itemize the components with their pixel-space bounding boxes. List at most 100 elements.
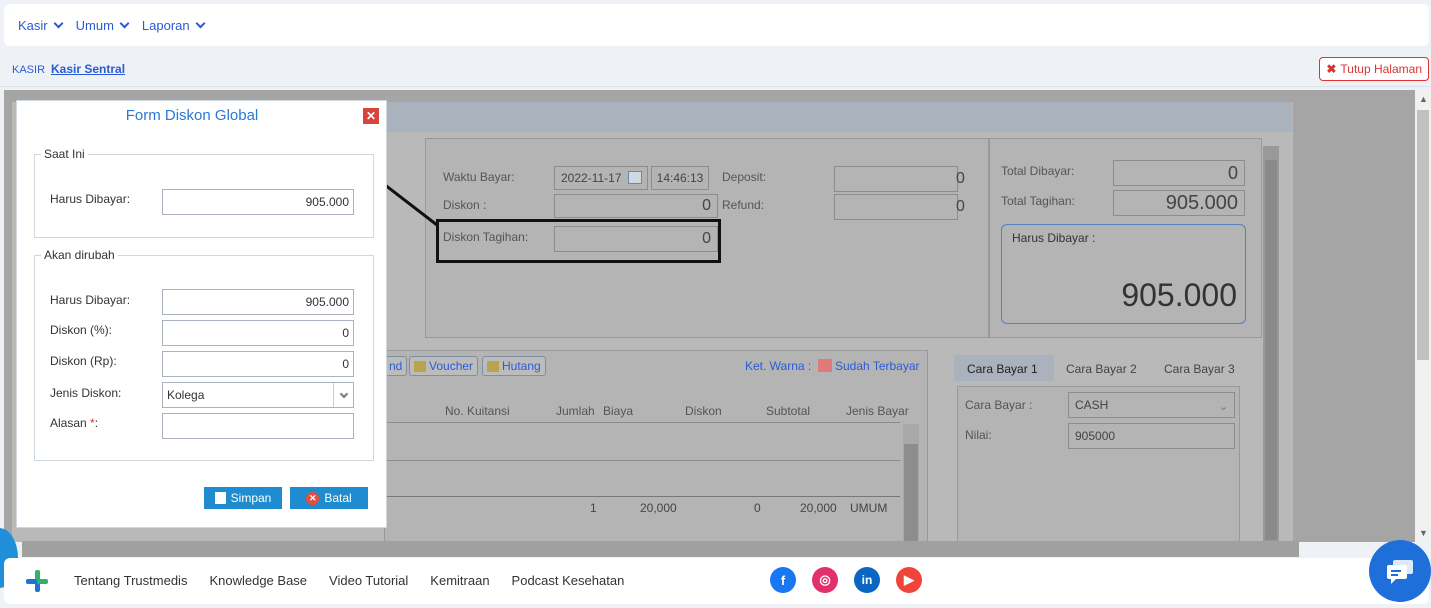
cara-bayar-tab-2[interactable]: Cara Bayar 2: [1066, 362, 1137, 376]
panel-header: [384, 102, 1292, 132]
harus-dibayar-label: Harus Dibayar :: [1012, 231, 1096, 245]
time-field[interactable]: 14:46:13: [651, 166, 709, 190]
panel-scrollbar[interactable]: [1263, 146, 1279, 542]
table-scrollbar[interactable]: [903, 424, 919, 542]
footer-link-knowledge-base[interactable]: Knowledge Base: [209, 573, 307, 588]
refund-value: 0: [956, 198, 965, 215]
diskon-rp-label: Diskon (Rp):: [50, 354, 117, 368]
nilai-field[interactable]: 905000: [1068, 423, 1235, 449]
footer-link-kemitraan[interactable]: Kemitraan: [430, 573, 489, 588]
table-row-divider: [384, 460, 900, 461]
deposit-input-box: [834, 166, 958, 192]
menu-umum-label: Umum: [75, 17, 114, 33]
page-scrollbar-thumb[interactable]: [1417, 110, 1429, 360]
panel-scrollbar-thumb[interactable]: [1265, 160, 1277, 540]
diskon-label: Diskon :: [443, 198, 487, 212]
harus-dibayar-box: Harus Dibayar : 905.000: [1001, 224, 1246, 324]
menu-laporan[interactable]: Laporan: [142, 18, 206, 33]
cara-bayar-tab-3[interactable]: Cara Bayar 3: [1164, 362, 1235, 376]
top-navigation: Kasir Umum Laporan: [4, 4, 1429, 46]
table-scrollbar-thumb[interactable]: [904, 444, 918, 542]
linkedin-icon[interactable]: in: [854, 567, 880, 593]
table-row[interactable]: 1 20,000 0 20,000 UMUM: [384, 500, 904, 520]
diskon-rp-value: 0: [342, 357, 349, 371]
diskon-rp-field[interactable]: 0: [162, 351, 354, 377]
col-no-kuitansi: No. Kuitansi: [445, 404, 510, 418]
col-diskon: Diskon: [685, 404, 722, 418]
save-icon: [214, 492, 226, 504]
batal-button[interactable]: ✕ Batal: [290, 487, 368, 509]
scroll-down-icon[interactable]: ▼: [1419, 528, 1428, 538]
facebook-icon[interactable]: f: [770, 567, 796, 593]
menu-kasir[interactable]: Kasir: [18, 17, 64, 33]
simpan-button[interactable]: Simpan: [204, 487, 282, 509]
deposit-value: 0: [956, 170, 965, 187]
hutang-label: Hutang: [502, 359, 541, 373]
diskon-value: 0: [702, 197, 711, 214]
cell-biaya: 20,000: [640, 501, 677, 515]
chevron-down-icon: [195, 18, 206, 28]
cancel-icon: ✕: [306, 491, 320, 505]
simpan-label: Simpan: [230, 491, 272, 505]
harus-dibayar-new-label: Harus Dibayar:: [50, 293, 131, 307]
voucher-button[interactable]: Voucher: [409, 356, 479, 376]
chevron-down-icon: [119, 18, 130, 28]
tab-nd-button[interactable]: nd: [384, 356, 408, 376]
youtube-icon[interactable]: ▶: [896, 567, 922, 593]
close-page-button[interactable]: ✖ Tutup Halaman: [1319, 57, 1429, 81]
chevron-down-icon: ⌄: [1218, 401, 1228, 413]
social-links: f ◎ in ▶: [770, 567, 922, 593]
total-tagihan-value: 905.000: [1165, 192, 1238, 214]
jenis-diskon-select[interactable]: Kolega: [162, 382, 354, 408]
footer-link-tentang[interactable]: Tentang Trustmedis: [74, 573, 187, 588]
total-dibayar-value: 0: [1227, 163, 1238, 183]
table-header-divider: [384, 422, 900, 423]
color-swatch: [818, 359, 832, 372]
deposit-label: Deposit:: [722, 170, 767, 184]
harus-dibayar-current-field: 905.000: [162, 189, 354, 215]
cara-bayar-select[interactable]: CASH ⌄: [1068, 392, 1235, 418]
close-icon: ✖: [1326, 62, 1337, 76]
menu-kasir-label: Kasir: [18, 17, 48, 33]
breadcrumb-section: KASIR: [12, 64, 46, 76]
close-page-label: Tutup Halaman: [1340, 62, 1422, 76]
cell-diskon: 0: [754, 501, 761, 515]
breadcrumb-current[interactable]: Kasir Sentral: [51, 62, 125, 76]
nilai-value: 905000: [1075, 429, 1116, 443]
diskon-persen-field[interactable]: 0: [162, 320, 354, 346]
calendar-icon[interactable]: [628, 171, 642, 184]
table-row-divider-2: [384, 496, 900, 497]
footer-link-video-tutorial[interactable]: Video Tutorial: [329, 573, 408, 588]
refund-label: Refund:: [722, 198, 765, 212]
date-value: 2022-11-17: [561, 171, 622, 185]
diskon-persen-value: 0: [342, 326, 349, 340]
page-vertical-scrollbar[interactable]: ▲ ▼: [1415, 90, 1431, 542]
scroll-up-icon[interactable]: ▲: [1419, 94, 1428, 104]
jenis-diskon-label: Jenis Diskon:: [50, 386, 122, 400]
footer-links: Tentang Trustmedis Knowledge Base Video …: [74, 573, 624, 588]
footer-link-podcast[interactable]: Podcast Kesehatan: [512, 573, 625, 588]
tab-nd-label: nd: [389, 359, 403, 373]
hutang-button[interactable]: Hutang: [482, 356, 546, 376]
cell-jenis-bayar: UMUM: [850, 501, 888, 515]
footer: Tentang Trustmedis Knowledge Base Video …: [4, 558, 1429, 604]
harus-dibayar-value: 905.000: [1121, 277, 1237, 313]
divider: [0, 86, 1431, 87]
instagram-icon[interactable]: ◎: [812, 567, 838, 593]
voucher-label: Voucher: [429, 359, 474, 373]
col-jenis-bayar: Jenis Bayar: [846, 404, 909, 418]
chat-icon: [1387, 560, 1413, 584]
chevron-down-icon[interactable]: [333, 383, 353, 407]
chat-button[interactable]: [1369, 540, 1431, 602]
alasan-input[interactable]: [162, 413, 354, 439]
total-dibayar-field: 0: [1113, 160, 1245, 186]
diskon-field: 0: [554, 194, 718, 218]
menu-umum[interactable]: Umum: [75, 17, 130, 33]
trustmedis-logo-icon: [26, 570, 48, 592]
required-marker: *: [90, 416, 95, 430]
batal-label: Batal: [324, 491, 352, 505]
cara-bayar-tab-1[interactable]: Cara Bayar 1: [967, 362, 1038, 376]
cara-bayar-value: CASH: [1075, 398, 1109, 412]
page-horizontal-scrollbar[interactable]: [22, 541, 1299, 557]
modal-close-button[interactable]: ✕: [363, 108, 379, 124]
